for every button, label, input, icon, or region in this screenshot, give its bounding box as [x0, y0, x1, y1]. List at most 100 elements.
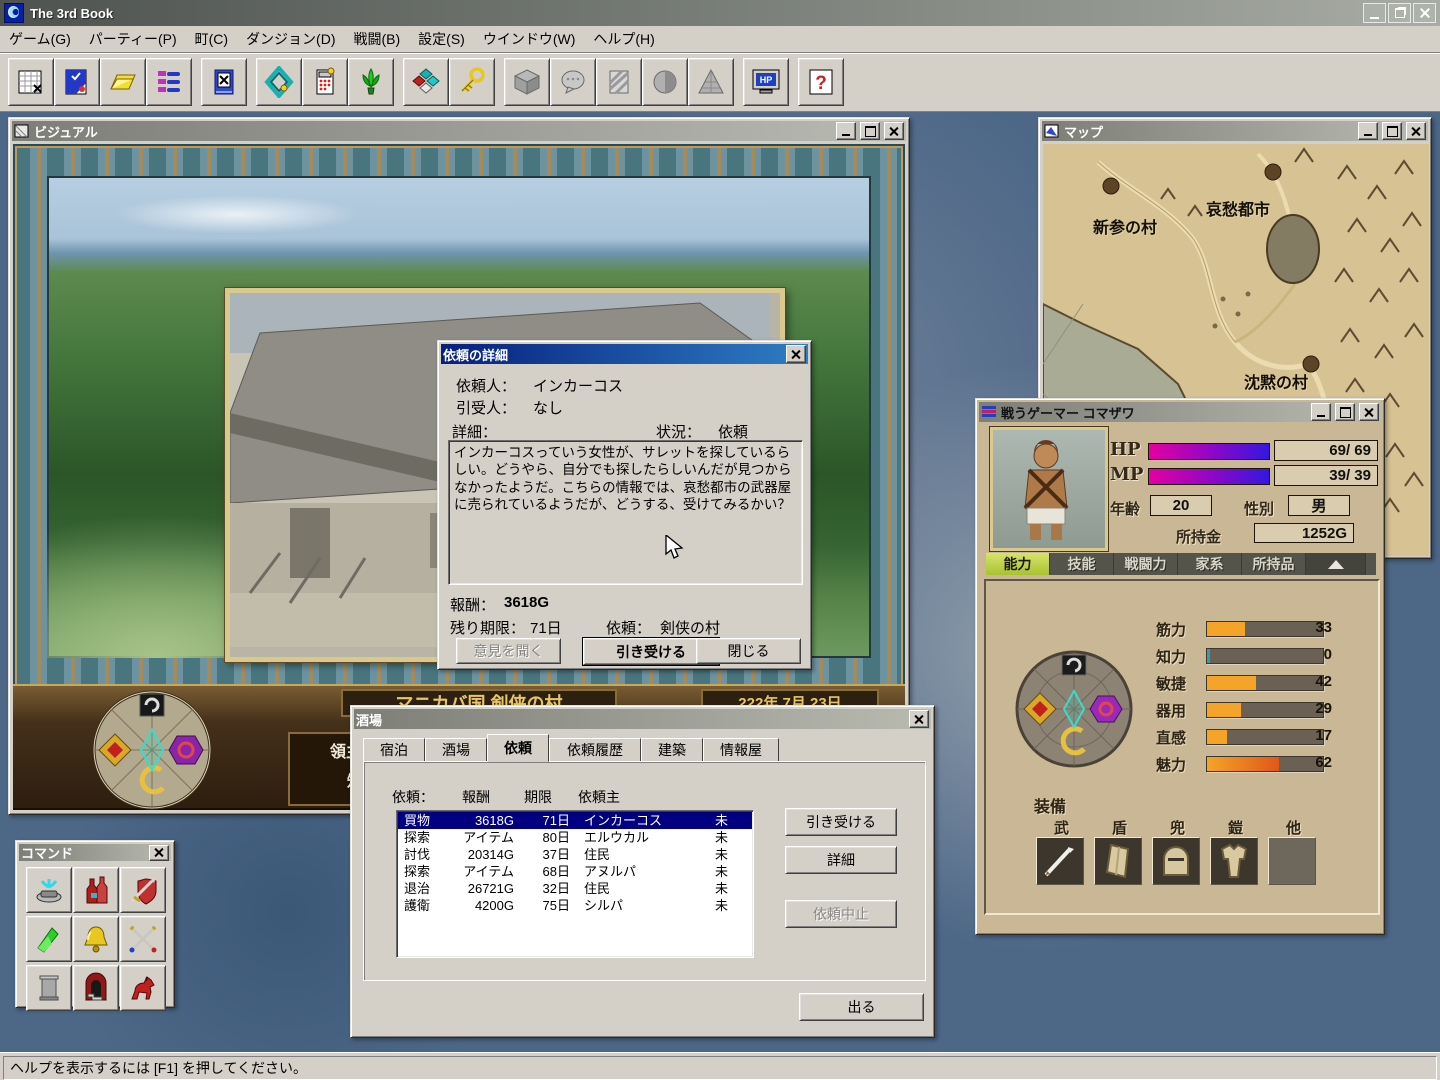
- accept-button[interactable]: 引き受ける: [785, 808, 897, 836]
- equip-slot-weapon[interactable]: [1036, 837, 1084, 885]
- tavern-close-button[interactable]: [909, 710, 929, 728]
- battle-command-button[interactable]: [120, 916, 166, 962]
- equip-slot-helmet[interactable]: [1152, 837, 1200, 885]
- window-grid-icon: [16, 67, 46, 97]
- horse-command-button[interactable]: [120, 965, 166, 1011]
- notes-folder-button[interactable]: [100, 58, 146, 106]
- quest-row-0[interactable]: 買物3618G71日インカーコス未: [398, 812, 752, 829]
- quest-dialog-titlebar[interactable]: 依頼の詳細: [441, 344, 808, 364]
- menu-dungeon[interactable]: ダンジョン(D): [237, 25, 344, 53]
- pillar-command-button[interactable]: [26, 965, 72, 1011]
- detail-button[interactable]: 詳細: [785, 846, 897, 874]
- dungeon-tiles-button[interactable]: [403, 58, 449, 106]
- visual-titlebar[interactable]: ビジュアル: [12, 121, 906, 141]
- map-titlebar[interactable]: マップ: [1042, 121, 1428, 141]
- tab-ability[interactable]: 能力: [986, 553, 1050, 575]
- list-header-reward: 報酬: [462, 787, 490, 807]
- cancel-quest-button: 依頼中止: [785, 900, 897, 928]
- command-titlebar[interactable]: コマンド: [19, 844, 171, 861]
- quest-tab-panel: 依頼： 報酬 期限 依頼主 買物3618G71日インカーコス未 探索アイテム80…: [363, 761, 926, 981]
- client-label: 依頼人：: [456, 375, 516, 396]
- map-close-button[interactable]: [1406, 122, 1426, 140]
- fountain-command-button[interactable]: [26, 867, 72, 913]
- quest-dialog-close-button[interactable]: [786, 345, 806, 363]
- character-tabs: 能力 技能 戦闘力 家系 所持品: [986, 553, 1376, 575]
- visual-maximize-button[interactable]: [860, 122, 880, 140]
- tab-items[interactable]: 所持品: [1242, 553, 1306, 575]
- desktop: ビジュアル: [0, 112, 1440, 1052]
- party-card-button[interactable]: [54, 58, 100, 106]
- armor-icon: [1214, 841, 1254, 881]
- menu-town[interactable]: 町(C): [186, 25, 237, 53]
- window-grid-button[interactable]: [8, 58, 54, 106]
- quest-row-1[interactable]: 探索アイテム80日エルウカル未: [398, 829, 752, 846]
- close-button[interactable]: [1413, 3, 1436, 23]
- quest-listbox[interactable]: 買物3618G71日インカーコス未 探索アイテム80日エルウカル未 討伐2031…: [396, 810, 754, 958]
- green-gem-icon: [32, 922, 66, 956]
- quest-row-5[interactable]: 護衛4200G75日シルパ未: [398, 897, 752, 914]
- close-quest-button[interactable]: 閉じる: [696, 638, 801, 664]
- character-maximize-button[interactable]: [1335, 403, 1355, 421]
- visual-close-button[interactable]: [884, 122, 904, 140]
- compass-button[interactable]: [256, 58, 302, 106]
- quest-row-4[interactable]: 退治26721G32日住民未: [398, 880, 752, 897]
- equip-slot-armor[interactable]: [1210, 837, 1258, 885]
- equip-slot-label-helmet: 兜: [1170, 817, 1185, 838]
- exit-button[interactable]: 出る: [799, 993, 924, 1021]
- menu-battle[interactable]: 戦闘(B): [345, 25, 410, 53]
- element-sphere-icon: [1008, 643, 1140, 775]
- tab-construction[interactable]: 建築: [641, 738, 703, 762]
- tower-command-button[interactable]: [73, 965, 119, 1011]
- pillar-icon: [32, 971, 66, 1005]
- map-label-city: 哀愁都市: [1206, 196, 1270, 220]
- tab-quests[interactable]: 依頼: [487, 734, 549, 762]
- plant-button[interactable]: [348, 58, 394, 106]
- tab-quest-history[interactable]: 依頼履歴: [549, 738, 641, 762]
- calculator-button[interactable]: [302, 58, 348, 106]
- tab-lodging[interactable]: 宿泊: [363, 738, 425, 762]
- character-titlebar[interactable]: 戦うゲーマー コマザワ: [979, 402, 1381, 422]
- bell-command-button[interactable]: [73, 916, 119, 962]
- tab-informant[interactable]: 情報屋: [703, 738, 779, 762]
- drinks-command-button[interactable]: [73, 867, 119, 913]
- quest-row-3[interactable]: 探索アイテム68日アヌルパ未: [398, 863, 752, 880]
- book-icon: [209, 67, 239, 97]
- tavern-titlebar[interactable]: 酒場: [354, 709, 931, 729]
- tavern-title: 酒場: [356, 710, 905, 729]
- key-button[interactable]: [449, 58, 495, 106]
- tab-bar[interactable]: 酒場: [425, 738, 487, 762]
- chest-icon: [512, 67, 542, 97]
- map-maximize-button[interactable]: [1382, 122, 1402, 140]
- command-close-button[interactable]: [149, 845, 169, 861]
- character-close-button[interactable]: [1359, 403, 1379, 421]
- tab-skill[interactable]: 技能: [1050, 553, 1114, 575]
- equipment-command-button[interactable]: [120, 867, 166, 913]
- list-icon: [154, 67, 184, 97]
- character-minimize-button[interactable]: [1311, 403, 1331, 421]
- equip-slot-shield[interactable]: [1094, 837, 1142, 885]
- minimize-button[interactable]: [1363, 3, 1386, 23]
- homepage-button[interactable]: HP: [743, 58, 789, 106]
- tab-family[interactable]: 家系: [1178, 553, 1242, 575]
- menu-party[interactable]: パーティー(P): [80, 25, 186, 53]
- equip-slot-other[interactable]: [1268, 837, 1316, 885]
- menu-settings[interactable]: 設定(S): [409, 25, 474, 53]
- map-minimize-button[interactable]: [1358, 122, 1378, 140]
- menu-window[interactable]: ウインドウ(W): [474, 25, 585, 53]
- restore-button[interactable]: [1388, 3, 1411, 23]
- help-button[interactable]: ?: [798, 58, 844, 106]
- menu-game[interactable]: ゲーム(G): [0, 25, 80, 53]
- book-button[interactable]: [201, 58, 247, 106]
- gem-command-button[interactable]: [26, 916, 72, 962]
- tab-combat[interactable]: 戦闘力: [1114, 553, 1178, 575]
- quest-description-box[interactable]: インカーコスっていう女性が、サレットを探しているらしい。どうやら、自分でも探した…: [448, 440, 803, 585]
- acceptor-value: なし: [533, 397, 563, 418]
- hp-value: 69/ 69: [1274, 440, 1378, 461]
- visual-minimize-button[interactable]: [836, 122, 856, 140]
- menu-help[interactable]: ヘルプ(H): [584, 25, 663, 53]
- map-label-village1: 新参の村: [1093, 214, 1157, 238]
- list-button[interactable]: [146, 58, 192, 106]
- collapse-button[interactable]: [1306, 553, 1366, 575]
- quest-row-2[interactable]: 討伐20314G37日住民未: [398, 846, 752, 863]
- list-header-client: 依頼主: [578, 787, 620, 807]
